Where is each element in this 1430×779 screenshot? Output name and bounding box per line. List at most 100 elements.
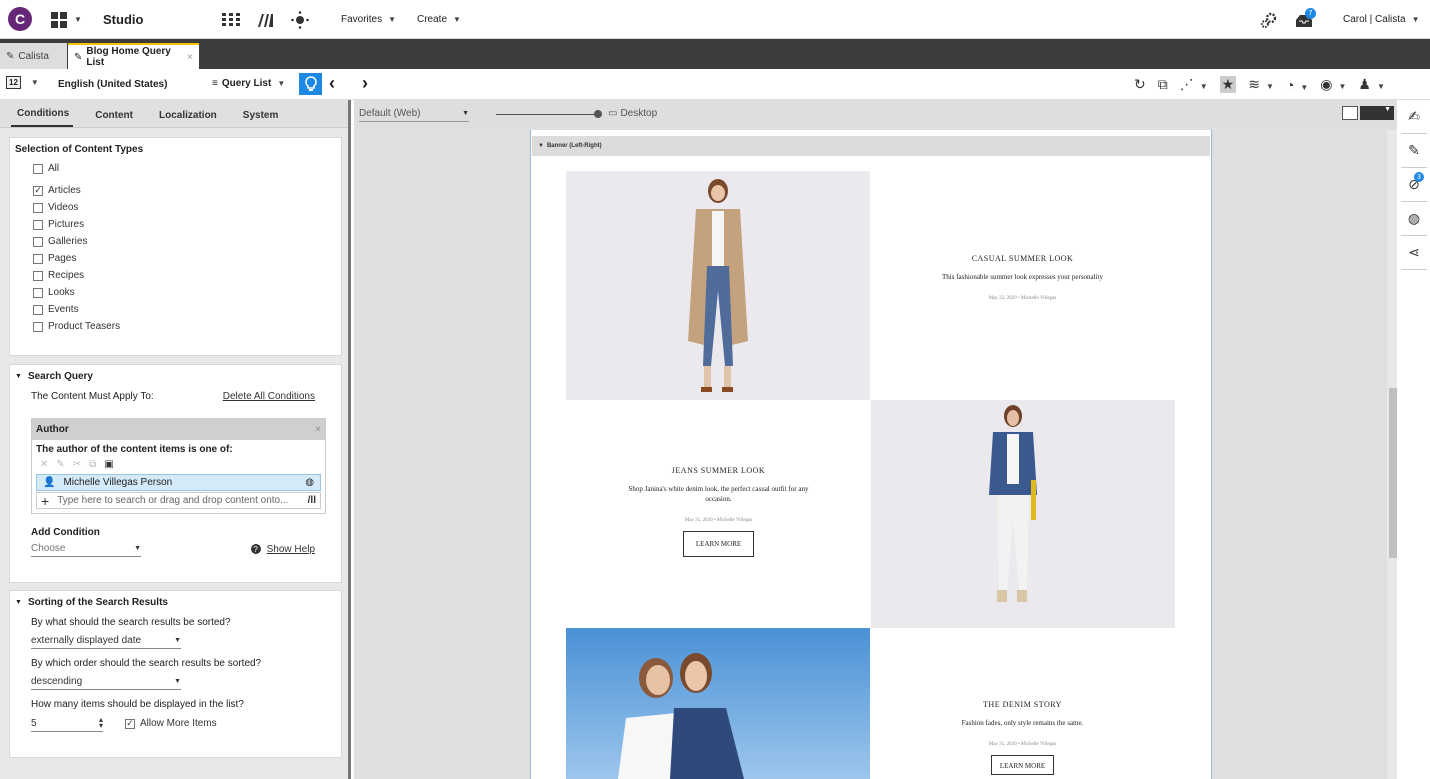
clock-icon[interactable]: ◔ ▼ [1286,77,1308,93]
library-icon[interactable]: /ll [308,495,316,506]
open-external-icon[interactable]: ⧉ [1158,76,1168,93]
expand-right-icon[interactable]: › [362,73,368,94]
chart-icon[interactable]: ≋ ▼ [1248,76,1274,93]
create-menu[interactable]: Create ▼ [417,0,461,39]
content-type-checkbox[interactable]: Recipes [33,267,336,284]
choose-condition-select[interactable]: Choose ▼ [31,541,141,557]
show-help-link[interactable]: Show Help [267,544,315,555]
tab-blog-home-query-list[interactable]: ✎ Blog Home Query List × [68,43,199,69]
content-type-checkbox[interactable]: All [33,160,336,177]
share-icon[interactable]: ⋰ ▼ [1180,76,1208,93]
star-icon[interactable]: ★ [1219,76,1237,93]
device-slider-handle[interactable] [594,110,602,118]
paste-icon[interactable]: ▣ [104,459,113,470]
content-type-checkbox[interactable]: Product Teasers [33,318,336,335]
app-logo-icon[interactable]: C [8,7,32,31]
choose-label: Choose [31,543,66,554]
chevron-down-icon: ▼ [174,678,181,685]
teaser-meta-2: May 21, 2020 • Michelle Villegas [684,518,753,523]
favorites-menu[interactable]: Favorites ▼ [341,0,396,39]
sort-order-value: descending [31,676,83,687]
chevron-down-icon: ▼ [462,110,469,117]
teaser-text-1: CASUAL SUMMER LOOK This fashionable summ… [930,254,1115,301]
checkbox-empty-icon [33,236,43,247]
sorting-title[interactable]: ▼ Sorting of the Search Results [15,597,336,608]
tab-calista[interactable]: ✎ Calista [0,43,67,69]
personas-icon[interactable]: ♟ ▼ [1358,76,1384,93]
layout-icon[interactable] [1342,106,1358,120]
validation-icon[interactable]: ✍ [1401,100,1427,134]
workflow-button[interactable] [291,0,309,39]
lightbulb-button[interactable] [299,73,322,95]
issues-icon[interactable]: ✎ [1401,134,1427,168]
learn-more-button-2[interactable]: LEARN MORE [682,531,755,557]
chevron-down-icon: ▼ [453,15,461,24]
device-slider[interactable] [496,114,598,115]
user-menu[interactable]: Carol | Calista ▼ [1343,0,1420,39]
content-types-card: Selection of Content Types All ✓ Articles V… [9,137,342,356]
share-icon[interactable]: ⋖ [1401,236,1427,270]
content-type-checkbox[interactable]: Galleries [33,233,336,250]
globe-off-icon[interactable]: ◍ [1401,202,1427,236]
content-type-label: Recipes [48,270,85,281]
eye-icon[interactable]: ◉ ▼ [1320,76,1346,93]
learn-more-button-3[interactable]: LEARN MORE [990,755,1055,775]
allow-more-items-checkbox[interactable]: ✓ Allow More Items [125,715,217,732]
notifications-button[interactable]: 7 [1294,0,1316,39]
grid-apps-icon [51,11,67,28]
teaser-image-2[interactable] [871,400,1175,628]
content-type-checkbox[interactable]: Pictures [33,216,336,233]
library-grid-button[interactable] [222,0,240,39]
content-type-checkbox[interactable]: Videos [33,199,336,216]
add-condition-label: Add Condition [31,527,100,538]
author-search-input[interactable]: + Type here to search or drag and drop co… [36,492,321,509]
tab-system[interactable]: System [237,110,283,127]
edit-icon[interactable]: ✎ [56,459,64,470]
preview-toolbar: ↻ ⧉ ⋰ ▼ ★ ≋ ▼ ◔ ▼ ◉ ▼ ♟ ▼ [1134,76,1385,93]
tab-localization[interactable]: Localization [153,110,221,127]
teaser-title-3: THE DENIM STORY [983,700,1062,709]
banner-header[interactable]: ▼ Banner (Left-Right) [532,136,1210,156]
jobs-button[interactable] [1260,0,1278,39]
channel-select[interactable]: Default (Web) ▼ [359,106,469,122]
tab-content[interactable]: Content [89,110,137,127]
reload-icon[interactable]: ↻ [1134,76,1146,93]
item-count-stepper[interactable]: 5 ▴ ▾ [31,716,103,732]
teaser-image-1[interactable] [566,171,870,400]
layout-active-icon[interactable]: ▼ [1360,106,1394,120]
content-type-checkbox[interactable]: Looks [33,284,336,301]
layout-toggle[interactable]: ▼ [1342,106,1394,120]
content-types-list: All ✓ Articles Videos Pictures Galleries Pages… [15,160,336,335]
query-list-view-menu[interactable]: ≡ Query List ▼ [212,78,285,89]
delete-all-conditions-link[interactable]: Delete All Conditions [223,391,315,402]
search-query-card: ▼ Search Query The Content Must Apply To:… [9,364,342,583]
copy-icon[interactable]: ⧉ [89,459,96,470]
teaser-text-3: THE DENIM STORY Fashion fades, only styl… [930,700,1115,775]
sort-order-select[interactable]: descending ▼ [31,674,181,690]
search-query-title[interactable]: ▼ Search Query [15,371,336,382]
close-icon[interactable]: × [315,424,321,435]
teaser-image-3[interactable] [566,628,870,779]
teaser-subtitle-1: This fashionable summer look expresses y… [942,273,1103,281]
cut-icon[interactable]: ✂ [73,459,81,470]
scrollbar-thumb[interactable] [1389,388,1397,558]
collapse-left-icon[interactable]: ‹ [329,73,335,94]
links-icon[interactable]: ⊘ 3 [1401,168,1427,202]
content-type-checkbox[interactable]: ✓ Articles [33,182,336,199]
library-button[interactable] [257,0,275,39]
content-type-checkbox[interactable]: Pages [33,250,336,267]
document-toolbar: 12 ▼ English (United States) ≡ Query List ▼… [0,69,1430,100]
content-type-checkbox[interactable]: Events [33,301,336,318]
remove-icon[interactable]: ✕ [40,459,48,470]
tab-conditions[interactable]: Conditions [11,108,74,127]
page-number-menu[interactable]: 12 ▼ [6,76,39,89]
sort-by-select[interactable]: externally displayed date ▼ [31,633,181,649]
author-condition-box: Author × The author of the content items… [31,418,326,514]
stepper-icon[interactable]: ▴ ▾ [99,716,103,730]
preview-scrollbar[interactable] [1387,130,1397,779]
app-switcher-button[interactable]: ▼ [50,0,82,39]
close-icon[interactable]: × [187,52,193,63]
author-item-row[interactable]: 👤 Michelle Villegas Person ◍ [36,474,321,491]
check-icon: ✓ [125,718,135,729]
checkbox-empty-icon [33,287,43,298]
